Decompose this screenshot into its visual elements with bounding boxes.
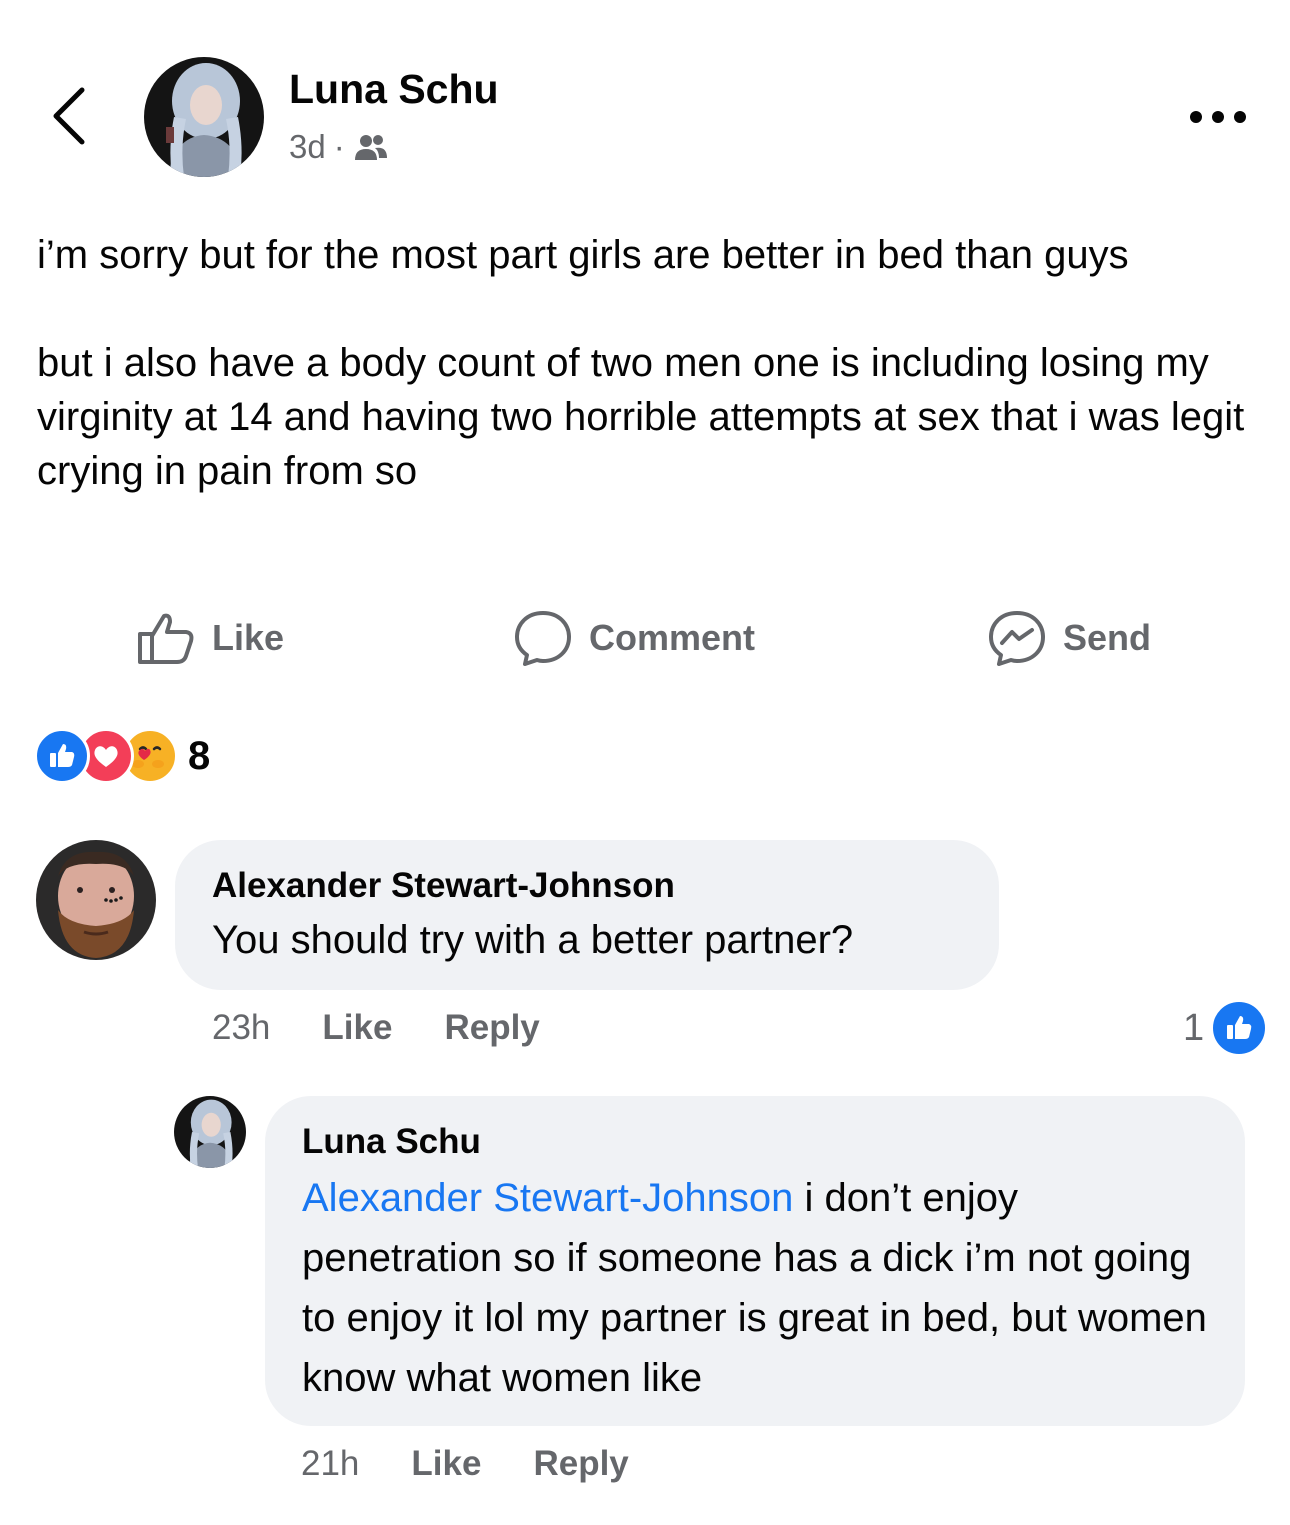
- reply-reply-button[interactable]: Reply: [533, 1444, 628, 1484]
- reply-author-avatar[interactable]: [174, 1096, 246, 1168]
- commenter-avatar[interactable]: [36, 840, 156, 960]
- post-meta: 3d ·: [289, 128, 389, 166]
- profile-photo: [174, 1096, 246, 1168]
- reply-like-button[interactable]: Like: [411, 1444, 481, 1484]
- reply-bubble: Luna Schu Alexander Stewart-Johnson i do…: [265, 1096, 1245, 1426]
- reply-text-container: Alexander Stewart-Johnson i don’t enjoy …: [302, 1168, 1222, 1408]
- post-paragraph: i’m sorry but for the most part girls ar…: [37, 233, 1129, 277]
- comment-text: You should try with a better partner?: [212, 918, 854, 962]
- comment-meta: 23h Like Reply: [212, 1008, 592, 1048]
- friends-icon: [354, 135, 387, 160]
- post-paragraph: but i also have a body count of two men …: [37, 341, 1245, 493]
- meta-separator: ·: [333, 128, 345, 165]
- reply-author-name[interactable]: Luna Schu: [302, 1122, 481, 1162]
- like-reaction-icon: [1210, 999, 1269, 1057]
- like-label: Like: [212, 617, 285, 658]
- like-button[interactable]: Like: [136, 606, 284, 670]
- back-button[interactable]: [44, 84, 100, 148]
- messenger-icon: [989, 611, 1045, 666]
- send-label: Send: [1063, 617, 1152, 658]
- reply-meta: 21h Like Reply: [301, 1444, 681, 1484]
- comment-author-name[interactable]: Alexander Stewart-Johnson: [212, 866, 675, 906]
- reactions-summary[interactable]: 8: [34, 728, 210, 784]
- reply-time[interactable]: 21h: [301, 1444, 359, 1484]
- like-reaction-icon: [34, 728, 90, 784]
- send-button[interactable]: Send: [987, 606, 1151, 670]
- comment-time[interactable]: 23h: [212, 1008, 270, 1048]
- comment-button[interactable]: Comment: [513, 606, 755, 670]
- reaction-count: 8: [188, 733, 211, 778]
- comment-like-button[interactable]: Like: [322, 1008, 392, 1048]
- post-author-name[interactable]: Luna Schu: [289, 66, 499, 113]
- profile-photo: [144, 57, 264, 177]
- author-avatar[interactable]: [144, 57, 264, 177]
- comment-bubble-icon: [515, 611, 571, 666]
- profile-photo: [36, 840, 156, 960]
- mention-link[interactable]: Alexander Stewart-Johnson: [302, 1176, 793, 1220]
- thumbs-up-outline-icon: [138, 613, 194, 664]
- comment-like-number: 1: [1183, 1006, 1205, 1049]
- chevron-left-icon: [53, 87, 85, 145]
- comment-bubble: Alexander Stewart-Johnson You should try…: [175, 840, 999, 990]
- comment-label: Comment: [589, 617, 756, 658]
- comment-reply-button[interactable]: Reply: [444, 1008, 539, 1048]
- more-horizontal-icon: [1190, 111, 1246, 123]
- post-time[interactable]: 3d: [289, 128, 326, 166]
- post-body: i’m sorry but for the most part girls ar…: [37, 228, 1257, 498]
- comment-like-count[interactable]: 1: [1183, 999, 1269, 1057]
- more-options-button[interactable]: [1186, 100, 1252, 134]
